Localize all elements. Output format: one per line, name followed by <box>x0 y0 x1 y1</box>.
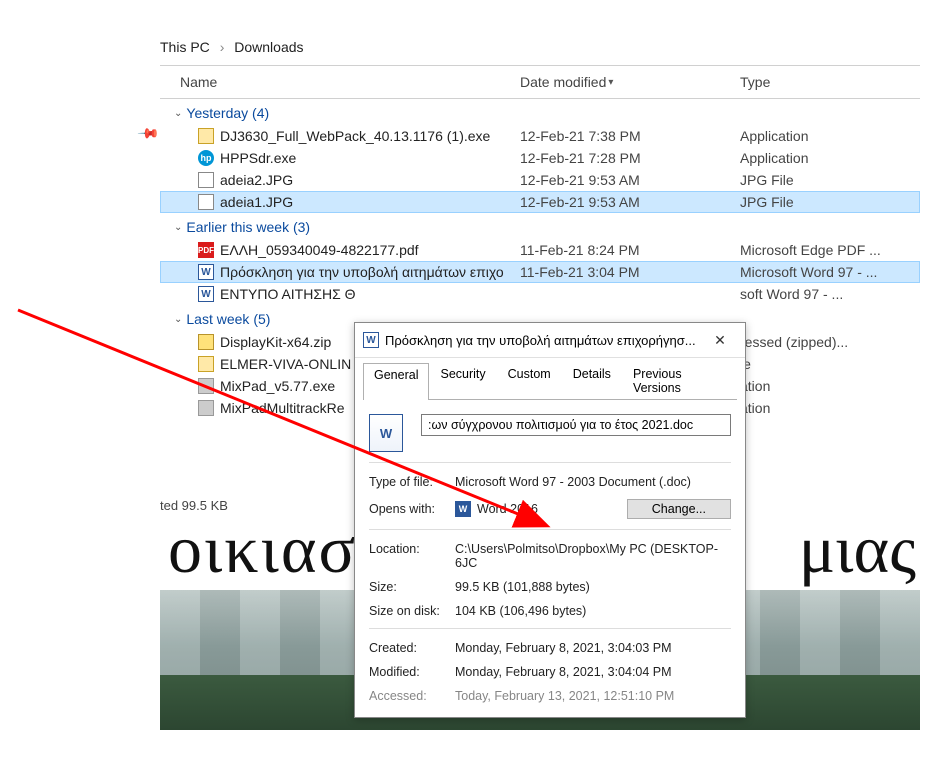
group-label: Earlier this week (3) <box>186 219 310 235</box>
file-type: Application <box>740 128 916 144</box>
file-type: ation <box>740 378 916 394</box>
breadcrumb-part[interactable]: This PC <box>160 39 210 55</box>
pin-icon[interactable]: 📌 <box>137 121 161 145</box>
tab-previous-versions[interactable]: Previous Versions <box>622 362 737 399</box>
column-header-date-label: Date modified <box>520 74 606 90</box>
pdf-file-icon: PDF <box>198 242 214 258</box>
label-location: Location: <box>369 542 455 556</box>
label-opens-with: Opens with: <box>369 502 455 516</box>
file-row[interactable]: PDF ΕΛΛΗ_059340049-4822177.pdf 11-Feb-21 8… <box>160 239 920 261</box>
tab-details[interactable]: Details <box>562 362 622 399</box>
file-name: ΕΛΛΗ_059340049-4822177.pdf <box>220 242 419 258</box>
chevron-right-icon: › <box>220 39 225 55</box>
breadcrumb-part[interactable]: Downloads <box>234 39 303 55</box>
value-size: 99.5 KB (101,888 bytes) <box>455 580 731 594</box>
value-type-of-file: Microsoft Word 97 - 2003 Document (.doc) <box>455 475 731 489</box>
group-header[interactable]: ⌄ Yesterday (4) <box>160 99 920 125</box>
label-created: Created: <box>369 641 455 655</box>
close-button[interactable]: ✕ <box>703 329 737 351</box>
exe-file-icon <box>198 356 214 372</box>
zip-file-icon <box>198 334 214 350</box>
file-name: HPPSdr.exe <box>220 150 296 166</box>
label-type-of-file: Type of file: <box>369 475 455 489</box>
file-type: le <box>740 356 916 372</box>
column-header-type[interactable]: Type <box>740 74 916 90</box>
file-type: JPG File <box>740 194 916 210</box>
value-size-on-disk: 104 KB (106,496 bytes) <box>455 604 731 618</box>
chevron-down-icon: ⌄ <box>174 314 182 325</box>
dialog-title: Πρόσκληση για την υποβολή αιτημάτων επιχ… <box>385 333 697 348</box>
file-type: JPG File <box>740 172 916 188</box>
tab-custom[interactable]: Custom <box>497 362 562 399</box>
file-name: DJ3630_Full_WebPack_40.13.1176 (1).exe <box>220 128 490 144</box>
doc-file-icon: W <box>198 286 214 302</box>
chevron-down-icon: ⌄ <box>174 108 182 119</box>
column-headers: Name Date modified ▾ Type <box>160 66 920 99</box>
file-date: 11-Feb-21 8:24 PM <box>520 242 740 258</box>
sort-indicator-icon: ▾ <box>608 77 613 88</box>
file-date: 12-Feb-21 7:38 PM <box>520 128 740 144</box>
tab-security[interactable]: Security <box>429 362 496 399</box>
group-label: Last week (5) <box>186 311 270 327</box>
label-accessed: Accessed: <box>369 689 455 703</box>
file-row[interactable]: hp HPPSdr.exe 12-Feb-21 7:28 PMApplication <box>160 147 920 169</box>
breadcrumb[interactable]: This PC › Downloads <box>160 35 920 66</box>
file-date: 12-Feb-21 9:53 AM <box>520 194 740 210</box>
value-accessed: Today, February 13, 2021, 12:51:10 PM <box>455 689 731 703</box>
file-date: 12-Feb-21 7:28 PM <box>520 150 740 166</box>
file-row[interactable]: adeia1.JPG 12-Feb-21 9:53 AMJPG File <box>160 191 920 213</box>
file-name: DisplayKit-x64.zip <box>220 334 331 350</box>
file-row[interactable]: DJ3630_Full_WebPack_40.13.1176 (1).exe 12… <box>160 125 920 147</box>
label-modified: Modified: <box>369 665 455 679</box>
chevron-down-icon: ⌄ <box>174 222 182 233</box>
file-date: 11-Feb-21 3:04 PM <box>520 264 740 280</box>
change-button[interactable]: Change... <box>627 499 731 519</box>
file-name: adeia1.JPG <box>220 194 293 210</box>
filename-input[interactable] <box>421 414 731 436</box>
file-row[interactable]: adeia2.JPG 12-Feb-21 9:53 AMJPG File <box>160 169 920 191</box>
value-opens-with: Word 2016 <box>477 502 538 516</box>
dialog-titlebar[interactable]: W Πρόσκληση για την υποβολή αιτημάτων επ… <box>355 323 745 358</box>
word-doc-icon: W <box>363 332 379 348</box>
value-modified: Monday, February 8, 2021, 3:04:04 PM <box>455 665 731 679</box>
dialog-tabs: General Security Custom Details Previous… <box>355 358 745 399</box>
file-properties-dialog: W Πρόσκληση για την υποβολή αιτημάτων επ… <box>354 322 746 718</box>
value-location: C:\Users\Polmitso\Dropbox\My PC (DESKTOP… <box>455 542 731 570</box>
bg-text-right: μιας <box>795 510 920 589</box>
group-label: Yesterday (4) <box>186 105 269 121</box>
file-name: MixPadMultitrackRe <box>220 400 344 416</box>
tab-general[interactable]: General <box>363 363 429 400</box>
file-type: Microsoft Word 97 - ... <box>740 264 916 280</box>
value-created: Monday, February 8, 2021, 3:04:03 PM <box>455 641 731 655</box>
column-header-name[interactable]: Name <box>180 74 520 90</box>
file-type: Microsoft Edge PDF ... <box>740 242 916 258</box>
file-name: adeia2.JPG <box>220 172 293 188</box>
file-type: Application <box>740 150 916 166</box>
app-file-icon <box>198 400 214 416</box>
file-type: soft Word 97 - ... <box>740 286 916 302</box>
file-row[interactable]: W ΕΝΤΥΠΟ ΑΙΤΗΣΗΣ Θ soft Word 97 - ... <box>160 283 920 305</box>
file-type-icon: W <box>369 414 403 452</box>
app-file-icon <box>198 378 214 394</box>
jpg-file-icon <box>198 194 214 210</box>
file-type: ressed (zipped)... <box>740 334 916 350</box>
file-name: Πρόσκληση για την υποβολή αιτημάτων επιχ… <box>220 264 504 280</box>
label-size: Size: <box>369 580 455 594</box>
file-name: ELMER-VIVA-ONLIN <box>220 356 351 372</box>
exe-file-icon <box>198 128 214 144</box>
jpg-file-icon <box>198 172 214 188</box>
label-size-on-disk: Size on disk: <box>369 604 455 618</box>
file-type: ation <box>740 400 916 416</box>
file-row[interactable]: W Πρόσκληση για την υποβολή αιτημάτων επι… <box>160 261 920 283</box>
column-header-date[interactable]: Date modified ▾ <box>520 74 740 90</box>
file-name: MixPad_v5.77.exe <box>220 378 335 394</box>
group-header[interactable]: ⌄ Earlier this week (3) <box>160 213 920 239</box>
file-name: ΕΝΤΥΠΟ ΑΙΤΗΣΗΣ Θ <box>220 286 356 302</box>
doc-file-icon: W <box>198 264 214 280</box>
hp-file-icon: hp <box>198 150 214 166</box>
file-date: 12-Feb-21 9:53 AM <box>520 172 740 188</box>
word-app-icon: W <box>455 501 471 517</box>
